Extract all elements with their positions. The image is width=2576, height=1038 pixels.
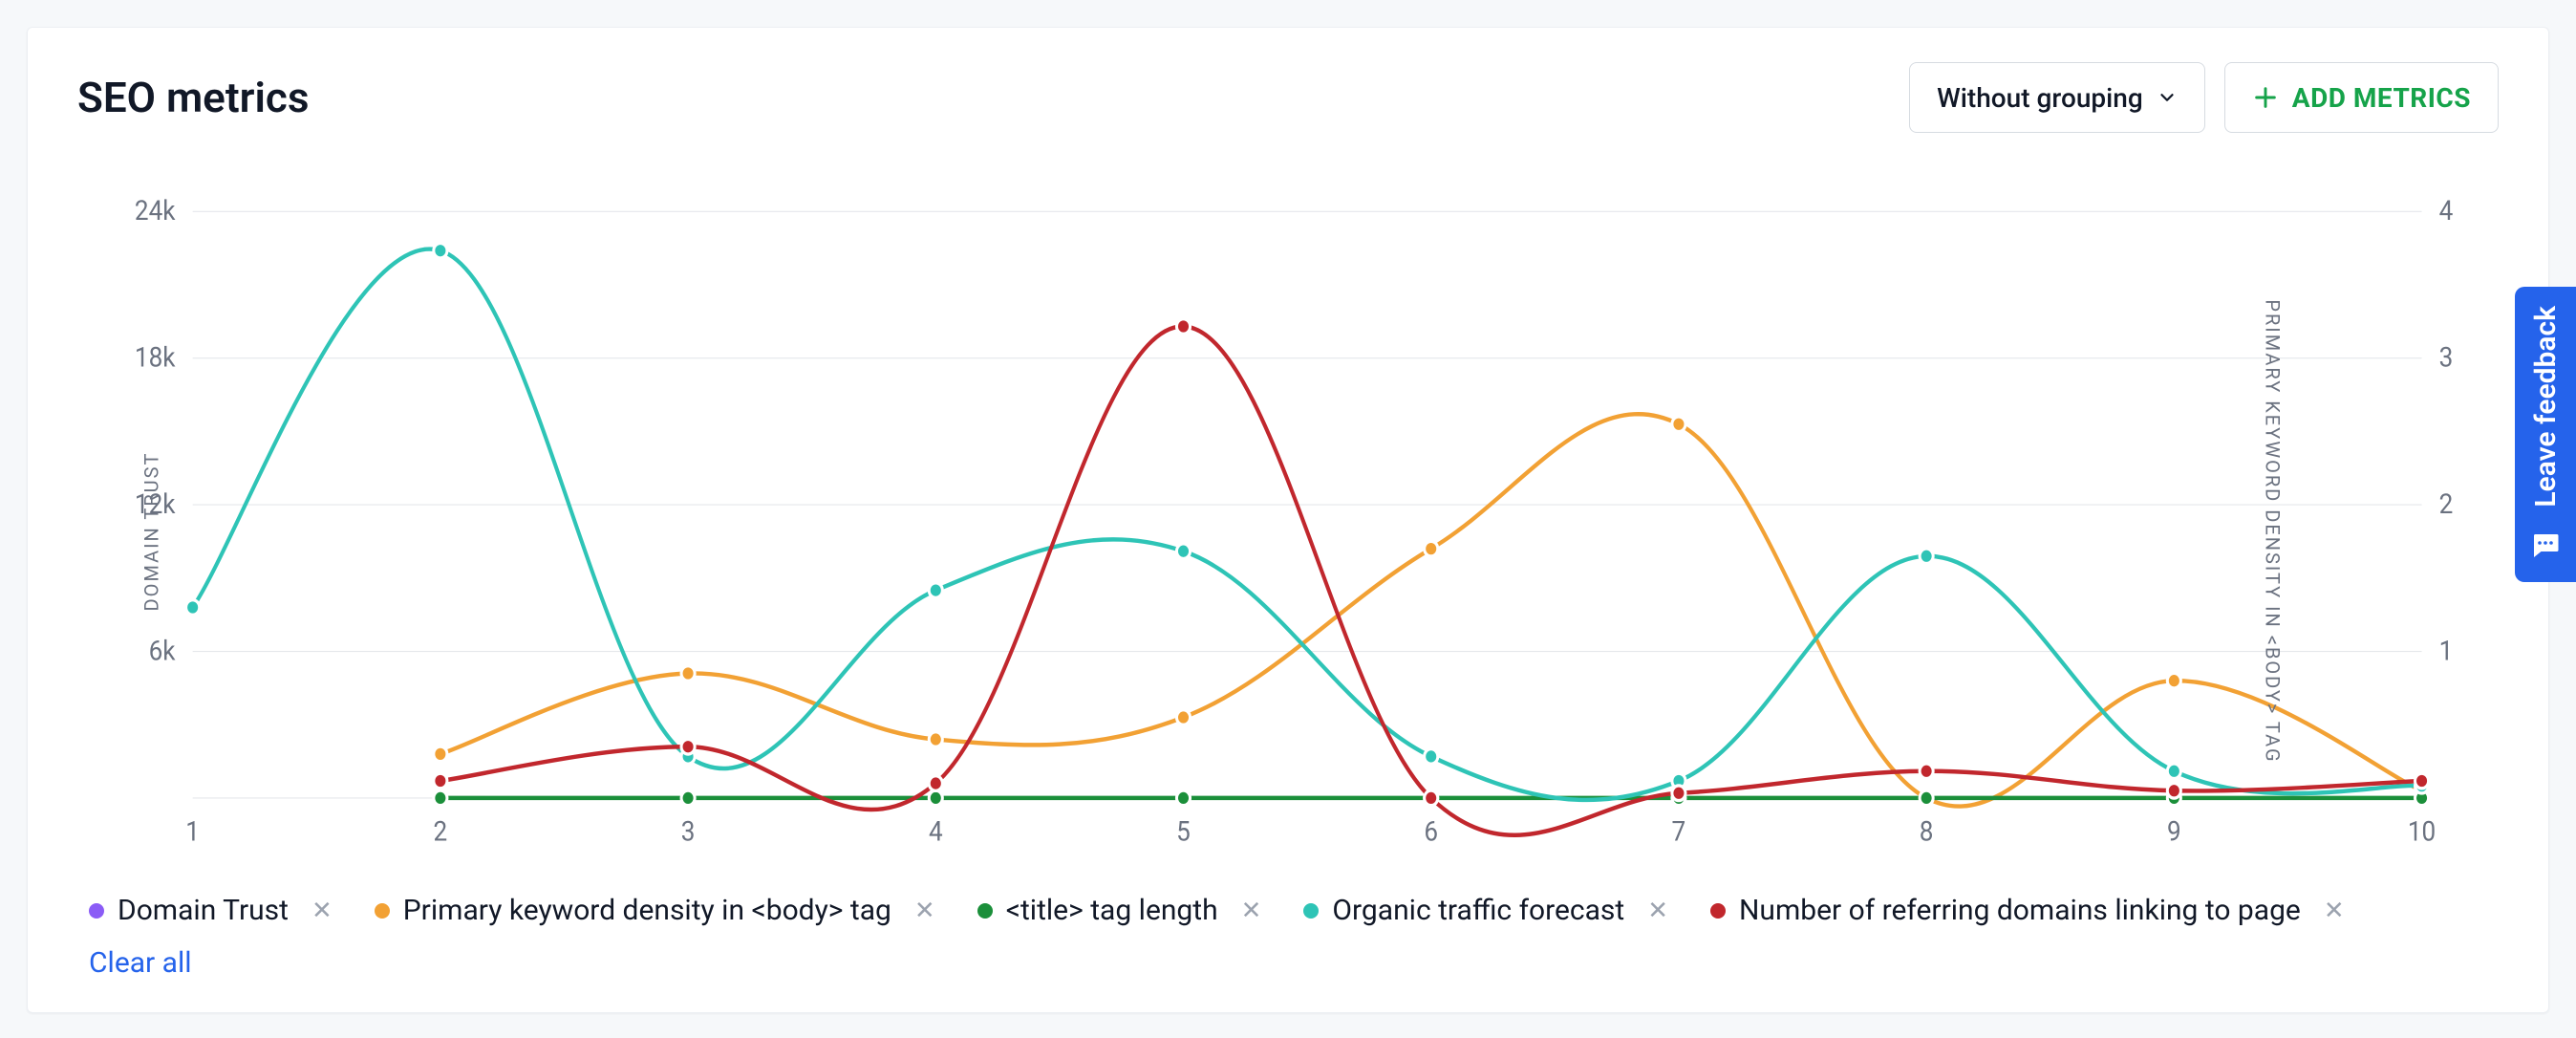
svg-text:3: 3 xyxy=(681,814,696,848)
y2-axis-label: PRIMARY KEYWORD DENSITY IN <BODY> TAG xyxy=(2261,299,2284,763)
chart-area: DOMAIN TRUST PRIMARY KEYWORD DENSITY IN … xyxy=(77,190,2499,873)
leave-feedback-button[interactable]: Leave feedback xyxy=(2515,287,2576,582)
speech-bubble-icon xyxy=(2528,529,2563,563)
svg-text:8: 8 xyxy=(1920,814,1934,848)
remove-series-button[interactable]: ✕ xyxy=(2324,897,2345,925)
legend-label: <title> tag length xyxy=(1006,894,1218,927)
clear-all-link[interactable]: Clear all xyxy=(89,946,192,980)
seo-metrics-card: SEO metrics Without grouping ADD METRICS… xyxy=(27,27,2549,1013)
svg-text:24k: 24k xyxy=(135,194,176,227)
dot-icon xyxy=(1303,903,1319,919)
legend-item-keyword-density[interactable]: Primary keyword density in <body> tag ✕ xyxy=(375,894,935,927)
remove-series-button[interactable]: ✕ xyxy=(1241,897,1262,925)
legend-label: Primary keyword density in <body> tag xyxy=(403,894,891,927)
plus-icon xyxy=(2252,84,2279,111)
add-metrics-button[interactable]: ADD METRICS xyxy=(2224,62,2499,133)
remove-series-button[interactable]: ✕ xyxy=(1647,897,1668,925)
legend-item-title-length[interactable]: <title> tag length ✕ xyxy=(977,894,1262,927)
dot-icon xyxy=(375,903,390,919)
page-title: SEO metrics xyxy=(77,73,309,122)
svg-text:18k: 18k xyxy=(135,340,176,374)
svg-text:1: 1 xyxy=(2439,634,2454,667)
svg-text:10: 10 xyxy=(2408,814,2436,848)
grouping-select-label: Without grouping xyxy=(1937,82,2143,114)
svg-text:7: 7 xyxy=(1672,814,1686,848)
svg-text:4: 4 xyxy=(2439,194,2454,227)
svg-text:6: 6 xyxy=(1424,814,1438,848)
legend-label: Number of referring domains linking to p… xyxy=(1739,894,2301,927)
svg-text:9: 9 xyxy=(2167,814,2181,848)
legend-item-referring-domains[interactable]: Number of referring domains linking to p… xyxy=(1710,894,2345,927)
svg-text:1: 1 xyxy=(185,814,200,848)
svg-text:6k: 6k xyxy=(149,634,176,667)
legend-label: Domain Trust xyxy=(118,894,289,927)
svg-text:3: 3 xyxy=(2439,340,2454,374)
dot-icon xyxy=(977,903,993,919)
grouping-select[interactable]: Without grouping xyxy=(1909,62,2205,133)
remove-series-button[interactable]: ✕ xyxy=(914,897,935,925)
svg-text:4: 4 xyxy=(929,814,943,848)
legend-item-organic-traffic[interactable]: Organic traffic forecast ✕ xyxy=(1303,894,1668,927)
remove-series-button[interactable]: ✕ xyxy=(311,897,333,925)
legend-item-domain-trust[interactable]: Domain Trust ✕ xyxy=(89,894,333,927)
svg-text:2: 2 xyxy=(434,814,448,848)
dot-icon xyxy=(1710,903,1726,919)
y-axis-label: DOMAIN TRUST xyxy=(140,452,162,612)
legend-label: Organic traffic forecast xyxy=(1332,894,1624,927)
dot-icon xyxy=(89,903,104,919)
add-metrics-label: ADD METRICS xyxy=(2292,82,2471,114)
chevron-down-icon xyxy=(2157,87,2178,108)
svg-text:5: 5 xyxy=(1176,814,1191,848)
leave-feedback-label: Leave feedback xyxy=(2529,306,2563,508)
line-chart: 6k12k18k24k123412345678910 xyxy=(77,190,2499,873)
svg-text:2: 2 xyxy=(2439,487,2454,521)
chart-legend: Domain Trust ✕ Primary keyword density i… xyxy=(28,873,2548,937)
